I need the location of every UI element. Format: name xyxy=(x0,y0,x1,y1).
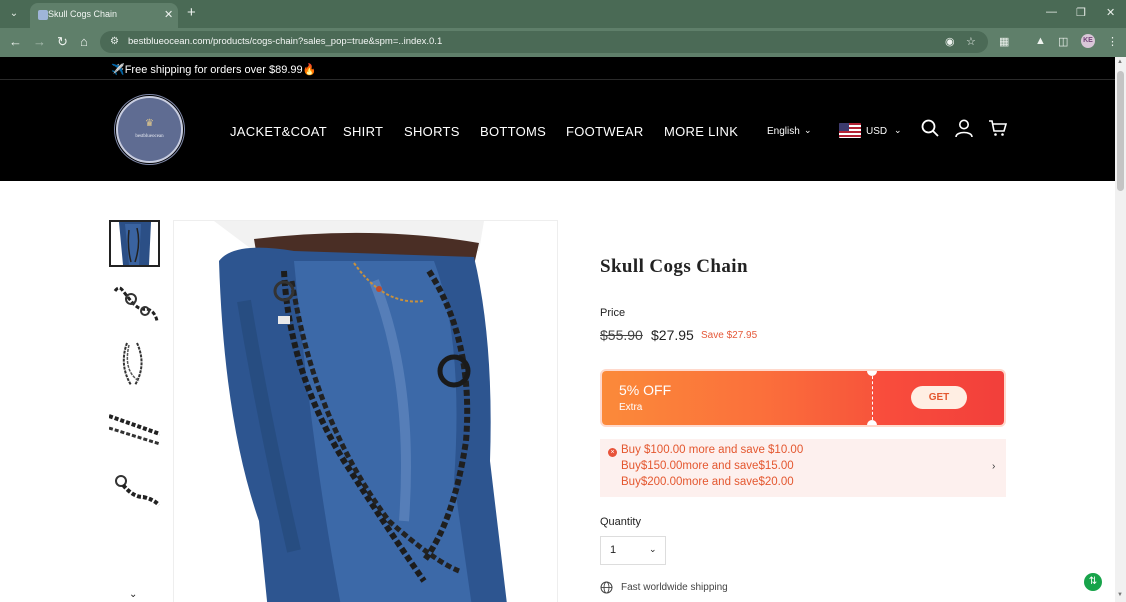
nav-footwear[interactable]: FOOTWEAR xyxy=(566,124,644,139)
coupon-action: GET xyxy=(872,371,1004,425)
quantity-select[interactable]: 1 ⌄ xyxy=(600,536,666,565)
search-icon[interactable] xyxy=(920,118,940,138)
discount-tier: Buy $100.00 more and save $10.00 xyxy=(621,444,804,456)
crown-icon: ♛ xyxy=(145,118,154,129)
window-close-icon[interactable]: ✕ xyxy=(1106,6,1115,19)
discount-tier: Buy$150.00more and save$15.00 xyxy=(621,460,794,472)
chevron-down-icon[interactable]: ⌄ xyxy=(894,125,902,136)
back-icon[interactable]: ← xyxy=(9,34,22,49)
page-scrollbar[interactable]: ▲ ▼ xyxy=(1115,57,1126,602)
volume-discount-panel[interactable]: × Buy $100.00 more and save $10.00 Buy$1… xyxy=(600,439,1006,497)
product-thumbnail[interactable] xyxy=(109,341,160,388)
nav-shirt[interactable]: SHIRT xyxy=(343,124,383,139)
browser-tab-bar: ⌄ Skull Cogs Chain ✕ + — ❐ ✕ xyxy=(0,0,1126,28)
bookmark-star-icon[interactable]: ☆ xyxy=(966,35,976,48)
scroll-up-icon[interactable]: ▲ xyxy=(1117,59,1123,65)
announcement-text: ✈️Free shipping for orders over $89.99🔥 xyxy=(111,64,317,76)
url-text[interactable]: bestblueocean.com/products/cogs-chain?sa… xyxy=(128,36,442,47)
site-logo[interactable]: ♛ bestblueocean xyxy=(116,96,183,163)
coupon-extra: Extra xyxy=(619,402,643,413)
scroll-down-icon[interactable]: ▼ xyxy=(1117,592,1123,598)
coupon-notch xyxy=(867,420,877,425)
chevron-down-icon[interactable]: ⌄ xyxy=(804,125,812,136)
globe-icon xyxy=(600,581,613,594)
minimize-icon[interactable]: — xyxy=(1046,6,1057,18)
browser-tab[interactable]: Skull Cogs Chain ✕ xyxy=(30,3,178,28)
logo-text: bestblueocean xyxy=(135,134,164,139)
chat-widget-icon[interactable]: ⇅ xyxy=(1084,573,1102,591)
browser-menu-icon[interactable]: ⋮ xyxy=(1107,35,1118,48)
tracking-protection-icon[interactable]: ◉ xyxy=(945,35,955,48)
language-selector[interactable]: English xyxy=(767,126,800,137)
site-info-icon[interactable]: ⚙ xyxy=(110,36,119,47)
announcement-bar: ✈️Free shipping for orders over $89.99🔥 xyxy=(0,57,1115,80)
tab-search-icon[interactable]: ⌄ xyxy=(6,6,22,22)
extensions-icon[interactable]: ▦ xyxy=(999,35,1009,48)
product-thumbnail[interactable] xyxy=(109,281,160,328)
reload-icon[interactable]: ↻ xyxy=(57,34,68,50)
restore-icon[interactable]: ❐ xyxy=(1076,6,1086,19)
discount-tier: Buy$200.00more and save$20.00 xyxy=(621,476,794,488)
new-tab-icon[interactable]: + xyxy=(187,4,196,21)
sale-price: $27.95 xyxy=(651,327,694,343)
favicon-icon xyxy=(38,10,48,20)
shipping-info: Fast worldwide shipping xyxy=(621,582,728,593)
quantity-value: 1 xyxy=(610,544,617,556)
us-flag-icon[interactable] xyxy=(839,123,861,138)
forward-icon[interactable]: → xyxy=(33,34,46,49)
profile-avatar[interactable]: KE xyxy=(1081,34,1095,48)
coupon-percent: 5% OFF xyxy=(619,382,672,398)
close-tab-icon[interactable]: ✕ xyxy=(164,8,173,21)
product-thumbnail[interactable] xyxy=(109,467,160,514)
nav-more-link[interactable]: MORE LINK xyxy=(664,124,738,139)
coupon-card: 5% OFF Extra GET xyxy=(600,369,1006,427)
currency-selector[interactable]: USD xyxy=(866,126,887,137)
chevron-down-icon: ⌄ xyxy=(649,544,657,554)
site-header: ♛ bestblueocean JACKET&COAT SHIRT SHORTS… xyxy=(0,80,1115,181)
scrollbar-thumb[interactable] xyxy=(1117,71,1124,191)
price-label: Price xyxy=(600,307,626,319)
product-thumbnail[interactable] xyxy=(109,404,160,451)
home-icon[interactable]: ⌂ xyxy=(80,34,88,49)
product-title: Skull Cogs Chain xyxy=(600,256,748,277)
account-icon[interactable] xyxy=(954,118,974,138)
chevron-right-icon[interactable]: › xyxy=(992,461,995,472)
discount-icon: × xyxy=(608,448,617,457)
browser-toolbar: ← → ↻ ⌂ ⚙ bestblueocean.com/products/cog… xyxy=(0,28,1126,57)
cart-icon[interactable] xyxy=(988,118,1008,138)
original-price: $55.90 xyxy=(600,327,643,343)
product-main-image[interactable] xyxy=(173,220,558,602)
savings-badge: Save $27.95 xyxy=(701,330,758,341)
quantity-label: Quantity xyxy=(600,516,641,528)
address-bar[interactable]: ⚙ bestblueocean.com/products/cogs-chain?… xyxy=(100,31,988,53)
labs-icon[interactable]: ▲ xyxy=(1035,35,1046,47)
side-panel-icon[interactable]: ◫ xyxy=(1058,35,1068,48)
web-page: ✈️Free shipping for orders over $89.99🔥 … xyxy=(0,57,1115,602)
product-thumbnail[interactable] xyxy=(109,220,160,267)
nav-shorts[interactable]: SHORTS xyxy=(404,124,460,139)
tab-title: Skull Cogs Chain xyxy=(48,9,118,19)
nav-jacket-coat[interactable]: JACKET&COAT xyxy=(230,124,327,139)
coupon-info: 5% OFF Extra xyxy=(602,371,872,425)
chevron-down-icon[interactable]: ⌄ xyxy=(129,589,137,600)
nav-bottoms[interactable]: BOTTOMS xyxy=(480,124,546,139)
get-coupon-button[interactable]: GET xyxy=(911,386,967,409)
